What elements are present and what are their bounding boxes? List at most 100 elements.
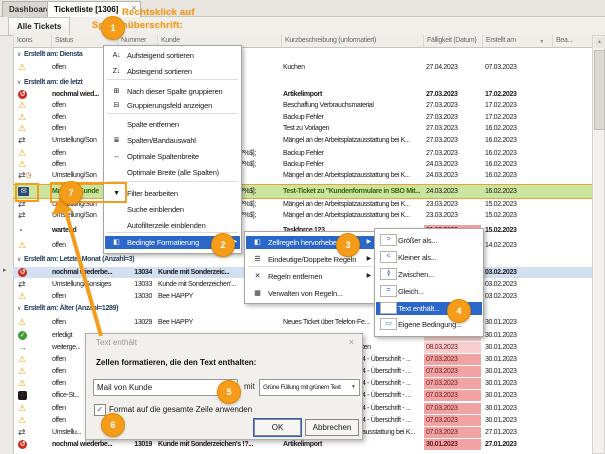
condition-item-größer-als[interactable]: >Größer als... — [376, 234, 482, 247]
ticket-type-cell: ◔ — [18, 225, 50, 236]
ticket-type-cell: ✓ — [18, 330, 50, 341]
office-icon: ∴ — [18, 391, 27, 400]
short-description-cell: 4 - Überschrift - ... — [362, 378, 423, 389]
menu-item-spalte-entfernen[interactable]: Spalte entfernen — [105, 118, 240, 131]
submenu-item-regeln-entfernen[interactable]: ✕Regeln entfernen▶ — [246, 270, 374, 283]
equal-icon: = — [380, 285, 397, 297]
table-row[interactable]: ⇄◷Umstellung/SonMängel an der Arbeitspla… — [13, 170, 592, 181]
group-row[interactable]: ∨Erstellt am: Älter (Anzahl=1289) — [13, 303, 592, 314]
group-row[interactable]: ∨Erstellt am: Diensta — [13, 49, 592, 60]
chevron-down-icon[interactable]: ∨ — [17, 306, 21, 312]
short-description-cell: Mängel an der Arbeitsplatzausstattung be… — [283, 210, 423, 221]
table-row[interactable]: ⚠offen!?%$];Backup Fehler27.03.202316.02… — [13, 148, 592, 159]
column-header-kurzbeschreibung-unformatiert-[interactable]: Kurzbeschreibung (unformatiert) — [281, 35, 427, 47]
created-date-cell: 30.01.2023 — [483, 317, 549, 328]
step-7-badge: 7 — [59, 181, 83, 205]
cancel-button[interactable]: Abbrechen — [305, 419, 359, 436]
menu-item-autofilterzeile-einblenden[interactable]: Autofilterzeile einblenden — [105, 219, 240, 232]
menu-item-optimale-breite-alle-spalten[interactable]: Optimale Breite (alle Spalten) — [105, 166, 240, 179]
due-date-cell: 07.03.2023 — [424, 354, 481, 365]
warning-icon: ⚠ — [18, 160, 26, 169]
table-row[interactable]: ⇄Umstellung/SonMängel an der Arbeitsplat… — [13, 135, 592, 146]
menu-item-optimale-spaltenbreite[interactable]: ↔Optimale Spaltenbreite — [105, 150, 240, 163]
customer-cell: Bee HAPPY — [158, 317, 256, 328]
group-label: Erstellt am: Älter (Anzahl=1289) — [24, 305, 118, 312]
column-header-bea-[interactable]: Bea... — [552, 35, 596, 47]
swap-icon: ⇄ — [18, 135, 25, 146]
chevron-down-icon[interactable]: ∨ — [17, 80, 21, 86]
sort-desc-icon: ▼ — [539, 36, 544, 47]
short-description-cell: Mängel an der Arbeitsplatzausstattung be… — [283, 170, 423, 181]
vertical-scrollbar[interactable]: ▲ — [592, 35, 605, 454]
menu-item-label: Spalte entfernen — [127, 118, 230, 131]
warning-icon: ⚠ — [18, 63, 26, 72]
table-row[interactable]: ⇄Umstellung/Son!?%$];Mängel an der Arbei… — [13, 210, 592, 221]
ticket-type-cell: ⚠ — [18, 378, 50, 389]
table-row[interactable]: ↺nochmal wiederbe...13019Kunde mit Sonde… — [13, 439, 592, 450]
menu-item-nach-dieser-spalte-gruppieren[interactable]: ⊞Nach dieser Spalte gruppieren — [105, 85, 240, 98]
warning-icon: ⚠ — [18, 101, 26, 110]
dialog-close-icon[interactable]: × — [349, 337, 354, 347]
created-date-cell: 15.02.2023 — [483, 210, 549, 221]
ticket-type-cell: → — [18, 342, 50, 353]
created-date-cell: 03.02.2023 — [483, 279, 549, 290]
due-date-cell: 07.03.2023 — [424, 390, 481, 401]
table-row[interactable]: ⚠offenBackup Fehler27.03.202317.02.2023 — [13, 112, 592, 123]
menu-item-aufsteigend-sortieren[interactable]: A↓Aufsteigend sortieren — [105, 49, 240, 62]
scrollbar-thumb[interactable] — [594, 50, 605, 130]
table-row[interactable]: ↺nochmal wied...Artikelimport27.03.20231… — [13, 89, 592, 100]
menu-item-absteigend-sortieren[interactable]: Z↓Absteigend sortieren — [105, 65, 240, 78]
status-cell: offen — [52, 291, 118, 302]
apply-whole-row-checkbox[interactable]: ✓ — [94, 404, 106, 416]
custom-icon: ▭ — [380, 318, 397, 330]
group-row[interactable]: ∨Erstellt am: die letzt — [13, 77, 592, 88]
menu-item-label: Gruppierungsfeld anzeigen — [127, 99, 230, 112]
table-row[interactable]: ⚠offenKuchen27.04.202307.03.2023 — [13, 62, 592, 73]
menu-item-spalten-bandauswahl[interactable]: ≣Spalten/Bandauswahl — [105, 134, 240, 147]
table-row[interactable]: ⚠offenTest zu Vorlagen27.03.202316.02.20… — [13, 123, 592, 134]
created-date-cell: 30.01.2023 — [483, 342, 549, 353]
table-row[interactable]: ⚠offen!?%$];Backup Fehler24.03.202316.02… — [13, 159, 592, 170]
chevron-down-icon[interactable]: ∨ — [17, 257, 21, 263]
due-date-cell: 24.03.2023 — [424, 185, 481, 198]
created-date-cell: 16.02.2023 — [483, 148, 549, 159]
due-date-cell: 07.03.2023 — [424, 427, 481, 438]
column-context-menu: A↓Aufsteigend sortieren Z↓Absteigend sort… — [103, 45, 242, 254]
menu-item-label: Autofilterzeile einblenden — [127, 219, 230, 232]
table-row[interactable]: ⚠offenBeschaffung Verbrauchsmaterial27.0… — [13, 100, 592, 111]
column-header-erstellt-am[interactable]: Erstellt am▼ — [482, 35, 554, 47]
column-header-f-lligkeit-datum-[interactable]: Fälligkeit (Datum) — [423, 35, 486, 47]
table-row[interactable]: ⚠offen13029Bee HAPPYNeues Ticket über Te… — [13, 317, 592, 328]
column-header-icons[interactable]: Icons — [13, 35, 55, 47]
recurrence-icon: ↺ — [18, 268, 27, 277]
created-date-cell: 16.02.2023 — [483, 135, 549, 146]
cell-rules-submenu: >Größer als... <Kleiner als... ≬Zwischen..… — [374, 228, 484, 337]
step-1-badge: 1 — [101, 16, 125, 40]
menu-item-label: Gleich... — [398, 285, 472, 298]
condition-item-zwischen[interactable]: ≬Zwischen... — [376, 268, 482, 281]
dropdown-arrow-icon[interactable]: ▼ — [349, 380, 358, 393]
submenu-item-verwalten-von-regeln[interactable]: ▦Verwalten von Regeln... — [246, 287, 374, 300]
condition-item-gleich[interactable]: =Gleich... — [376, 285, 482, 298]
best-fit-icon: ↔ — [109, 150, 124, 163]
menu-item-suche-einblenden[interactable]: Suche einblenden — [105, 203, 240, 216]
format-dropdown[interactable]: Grüne Füllung mit grünem Text ▼ — [259, 379, 360, 396]
due-date-cell: 08.03.2023 — [424, 342, 481, 353]
customer-cell: Bee HAPPY — [158, 291, 256, 302]
status-cell: nochmal wiederbe... — [52, 267, 118, 278]
view-tab-alle-tickets[interactable]: Alle Tickets — [8, 17, 70, 35]
check-icon: ✓ — [18, 331, 27, 340]
menu-separator — [107, 113, 238, 114]
ticket-type-cell: ⚠ — [18, 366, 50, 377]
submenu-item-eindeutige-doppelte-regeln[interactable]: ☰Eindeutige/Doppelte Regeln▶ — [246, 253, 374, 266]
created-date-cell: 27.01.2023 — [483, 439, 549, 450]
short-description-cell: Backup Fehler — [283, 112, 423, 123]
warning-icon: ⚠ — [18, 241, 26, 250]
ticket-type-cell: ⚠ — [18, 112, 50, 123]
menu-item-gruppierungsfeld-anzeigen[interactable]: ⊟Gruppierungsfeld anzeigen — [105, 99, 240, 112]
ticket-number-cell: 13030 — [118, 291, 152, 302]
condition-item-kleiner-als[interactable]: <Kleiner als... — [376, 251, 482, 264]
short-description-cell: Test zu Vorlagen — [283, 123, 423, 134]
ok-button[interactable]: OK — [254, 419, 301, 436]
chevron-down-icon[interactable]: ∨ — [17, 52, 21, 58]
